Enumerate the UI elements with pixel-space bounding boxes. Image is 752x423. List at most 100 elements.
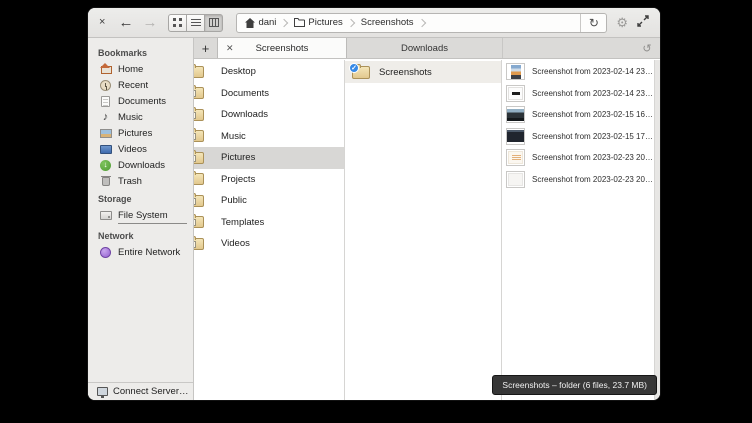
file-name: Screenshot from 2023-02-15 16… [532,110,653,119]
folder-row-templates[interactable]: Templates [194,212,344,234]
folder-row-downloads[interactable]: Downloads [194,104,344,126]
sidebar-section-storage: Storage [88,189,193,207]
sidebar-item-home[interactable]: Home [88,61,193,77]
file-thumbnail [506,128,525,145]
filesystem-icon [99,209,112,222]
column-screenshots-contents: Screenshot from 2023-02-14 23… Screensho… [502,60,654,400]
sidebar-item-videos[interactable]: Videos [88,141,193,157]
folder-row-projects[interactable]: Projects [194,169,344,191]
file-row[interactable]: Screenshot from 2023-02-15 16… [502,104,654,126]
folder-row-public[interactable]: Public [194,190,344,212]
tab-bar: + ✕ Screenshots Downloads ↺ [194,38,660,59]
miller-columns: Desktop Documents Downloads Music Pictur… [194,60,660,400]
sidebar: Bookmarks Home Recent Documents ♪ Music … [88,38,194,400]
file-row[interactable]: Screenshot from 2023-02-23 20… [502,147,654,169]
folder-icon [194,130,204,142]
breadcrumb-label: Pictures [308,17,342,28]
folder-row-pictures[interactable]: Pictures [194,147,344,169]
back-button[interactable]: ← [118,15,133,30]
connect-server-button[interactable]: Connect Server… [88,382,193,400]
file-thumbnail [506,171,525,188]
tab-close-icon[interactable]: ✕ [226,43,234,54]
sidebar-section-bookmarks: Bookmarks [88,43,193,61]
column-view-button[interactable] [204,14,223,32]
expand-icon [637,15,649,27]
list-view-button[interactable] [186,14,205,32]
file-thumbnail [506,85,525,102]
home-icon [245,18,255,28]
folder-icon [194,195,204,207]
toolbar: × ← → dani Pictures Screenshots ↻ ⚙ [88,8,660,38]
sidebar-item-label: Trash [118,176,142,187]
file-row[interactable]: Screenshot from 2023-02-14 23… [502,61,654,83]
sidebar-item-label: Downloads [118,160,165,171]
breadcrumb-separator-icon [280,18,288,26]
sidebar-item-music[interactable]: ♪ Music [88,109,193,125]
scroll-gutter[interactable] [654,60,660,400]
folder-label: Templates [221,217,264,228]
folder-icon [294,18,305,27]
sidebar-item-label: Music [118,112,143,123]
videos-icon [99,143,112,156]
sidebar-item-label: Entire Network [118,247,180,258]
folder-row-videos[interactable]: Videos [194,233,344,255]
home-icon [99,63,112,76]
sidebar-item-label: Home [118,64,143,75]
view-switcher [169,14,223,32]
forward-button[interactable]: → [142,15,157,30]
sidebar-item-documents[interactable]: Documents [88,93,193,109]
sidebar-item-label: Pictures [118,128,152,139]
sidebar-item-label: Recent [118,80,148,91]
sidebar-item-label: Videos [118,144,147,155]
sidebar-item-pictures[interactable]: Pictures [88,125,193,141]
grid-view-button[interactable] [168,14,187,32]
status-overlay: Screenshots – folder (6 files, 23.7 MB) [492,375,657,395]
file-row[interactable]: Screenshot from 2023-02-23 20… [502,169,654,191]
folder-label: Public [221,195,247,206]
column-pictures-contents: ✓ Screenshots [345,60,502,400]
file-row[interactable]: Screenshot from 2023-02-15 17… [502,126,654,148]
folder-row-documents[interactable]: Documents [194,83,344,105]
sidebar-item-recent[interactable]: Recent [88,77,193,93]
pictures-icon [99,127,112,140]
documents-icon [99,95,112,108]
file-name: Screenshot from 2023-02-23 20… [532,175,653,184]
folder-icon [194,152,204,164]
sidebar-item-file-system[interactable]: File System [88,207,193,223]
sidebar-item-downloads[interactable]: ↓ Downloads [88,157,193,173]
folder-label: Pictures [221,152,255,163]
tab-history-button[interactable]: ↺ [634,38,660,58]
file-row[interactable]: Screenshot from 2023-02-14 23… [502,83,654,105]
recent-icon [99,79,112,92]
sidebar-item-trash[interactable]: Trash [88,173,193,189]
tab-label: Screenshots [256,43,309,54]
breadcrumb-pictures[interactable]: Pictures [292,17,344,28]
status-text: Screenshots – folder (6 files, 23.7 MB) [502,380,647,390]
selected-check-badge: ✓ [349,63,359,73]
fullscreen-button[interactable] [637,14,649,32]
breadcrumb-screenshots[interactable]: Screenshots [359,17,416,28]
folder-icon [194,87,204,99]
file-thumbnail [506,149,525,166]
breadcrumb-home[interactable]: dani [237,17,278,28]
refresh-button[interactable]: ↻ [580,14,606,32]
downloads-icon: ↓ [99,159,112,172]
folder-label: Music [221,131,246,142]
path-bar: dani Pictures Screenshots ↻ [236,13,607,33]
folder-row-music[interactable]: Music [194,126,344,148]
tab-downloads[interactable]: Downloads [347,38,503,58]
sidebar-item-entire-network[interactable]: Entire Network [88,244,193,260]
folder-icon [194,66,204,78]
settings-menu-button[interactable]: ⚙ [616,16,628,29]
folder-icon [194,173,204,185]
window-close-button[interactable]: × [99,17,105,28]
folder-label: Projects [221,174,255,185]
folder-icon [194,216,204,228]
new-tab-button[interactable]: + [194,38,217,58]
tab-screenshots[interactable]: ✕ Screenshots [217,38,347,58]
folder-label: Documents [221,88,269,99]
disk-usage-bar [118,223,187,224]
folder-row-desktop[interactable]: Desktop [194,61,344,83]
folder-row-screenshots[interactable]: ✓ Screenshots [345,61,501,83]
file-name: Screenshot from 2023-02-14 23… [532,67,653,76]
